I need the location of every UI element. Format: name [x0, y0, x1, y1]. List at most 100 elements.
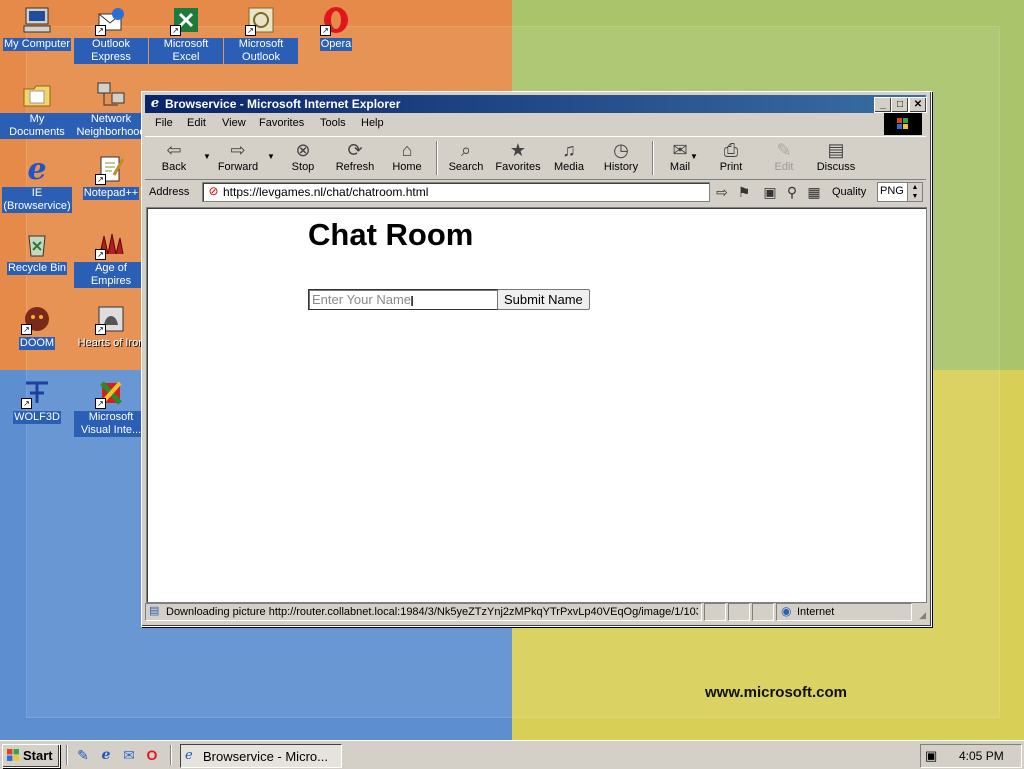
stop-button[interactable]: ⊗ Stop	[286, 139, 320, 173]
favorites-label: Favorites	[495, 161, 541, 173]
menu-tools[interactable]: Tools	[320, 117, 346, 129]
desktop-icon-microsoft-visual-interdev[interactable]: ↗ Microsoft Visual Inte...	[74, 377, 148, 437]
desktop-icon-notepad-plus-plus[interactable]: ↗ Notepad++	[74, 153, 148, 200]
windows-flag-icon	[897, 118, 908, 129]
desktop-icon-outlook-express[interactable]: ↗ Outlook Express	[74, 4, 148, 64]
address-input[interactable]: ⊘ https://levgames.nl/chat/chatroom.html	[202, 182, 710, 202]
internet-explorer-icon[interactable]: e	[97, 746, 115, 764]
back-dropdown-icon[interactable]: ▼	[203, 152, 211, 161]
start-button[interactable]: Start	[2, 744, 60, 768]
forward-dropdown-icon[interactable]: ▼	[267, 152, 275, 161]
taskbar-item-browservice[interactable]: e Browservice - Micro...	[180, 744, 342, 768]
address-bar: Address ⊘ https://levgames.nl/chat/chatr…	[145, 180, 926, 204]
home-button[interactable]: ⌂ Home	[389, 139, 425, 173]
refresh-button[interactable]: ⟳ Refresh	[332, 139, 378, 173]
minimize-button[interactable]: _	[874, 97, 892, 113]
quality-label: Quality	[832, 186, 867, 198]
security-zone: ◉ Internet	[776, 603, 912, 621]
zone-label: Internet	[797, 606, 835, 618]
mail-dropdown-icon[interactable]: ▼	[690, 152, 698, 161]
menu-file[interactable]: File	[155, 117, 173, 129]
quality-spinner-icon[interactable]: ▲ ▼	[907, 183, 922, 201]
back-arrow-icon: ⇦	[166, 140, 182, 160]
page-heading: Chat Room	[308, 217, 474, 252]
bookmark-icon[interactable]: ⚑	[735, 183, 753, 201]
shortcut-arrow-icon: ↗	[95, 174, 106, 185]
desktop-icon-my-computer[interactable]: My Computer	[0, 4, 74, 51]
opera-icon[interactable]: O	[143, 746, 161, 764]
desktop-icon-label: My Computer	[2, 38, 72, 51]
excel-icon: ↗	[170, 4, 202, 36]
desktop-icon-opera[interactable]: ↗ Opera	[299, 4, 373, 51]
name-input[interactable]	[308, 289, 498, 310]
media-button[interactable]: ♫ Media	[549, 139, 589, 173]
page-content: Chat Room Ι Submit Name	[146, 207, 927, 603]
desktop-icon-label: Microsoft Excel	[149, 38, 223, 64]
search-button[interactable]: ⌕ Search	[446, 139, 486, 173]
desktop-icon-network-neighborhood[interactable]: Network Neighborhood	[74, 79, 148, 139]
submit-name-button[interactable]: Submit Name	[497, 289, 590, 310]
network-tray-icon[interactable]: ▣	[925, 748, 941, 764]
show-desktop-icon[interactable]: ✎	[74, 746, 92, 764]
desktop-icon-microsoft-outlook[interactable]: ↗ Microsoft Outlook	[224, 4, 298, 64]
menu-bar: File Edit View Favorites Tools Help	[145, 114, 926, 134]
history-label: History	[603, 161, 639, 173]
edit-button[interactable]: ✎ Edit	[769, 139, 799, 173]
desktop-icon-wolf3d[interactable]: ↗ WOLF3D	[0, 377, 74, 424]
menu-edit[interactable]: Edit	[187, 117, 206, 129]
browser-window: e Browservice - Microsoft Internet Explo…	[141, 91, 932, 627]
taskbar-separator	[66, 745, 68, 765]
desktop-icon-label: Outlook Express	[74, 38, 148, 64]
discuss-button[interactable]: ▤ Discuss	[814, 139, 858, 173]
internet-explorer-icon: e	[27, 151, 47, 187]
favorites-button[interactable]: ★ Favorites	[492, 139, 544, 173]
globe-icon: ◉	[781, 604, 792, 618]
status-cell	[728, 603, 750, 621]
desktop-icon-doom[interactable]: ↗ DOOM	[0, 303, 74, 350]
wallpaper-brand-url: www.microsoft.com	[705, 684, 847, 701]
desktop-icon-ie-browservice[interactable]: e IE (Browservice)	[0, 151, 74, 213]
title-bar[interactable]: e Browservice - Microsoft Internet Explo…	[145, 95, 927, 113]
history-button[interactable]: ◷ History	[599, 139, 643, 173]
desktop-icon-hearts-of-iron[interactable]: ↗ Hearts of Iron	[74, 303, 148, 350]
back-button[interactable]: ⇦ Back	[155, 139, 193, 173]
address-url: https://levgames.nl/chat/chatroom.html	[223, 185, 429, 199]
stop-label: Stop	[291, 161, 315, 173]
go-arrow-icon[interactable]: ⇨	[713, 183, 731, 201]
desktop-icon-my-documents[interactable]: My Documents	[0, 79, 74, 139]
menu-help[interactable]: Help	[361, 117, 384, 129]
edit-icon: ✎	[776, 140, 792, 160]
outlook-express-icon[interactable]: ✉	[120, 746, 138, 764]
address-label: Address	[149, 186, 190, 198]
view-icon[interactable]: ▣	[761, 183, 779, 201]
shortcut-arrow-icon: ↗	[21, 398, 32, 409]
discuss-icon: ▤	[827, 140, 845, 160]
forward-button[interactable]: ⇨ Forward	[215, 139, 261, 173]
resize-grip-icon[interactable]: ◢	[914, 609, 926, 621]
clipboard-icon[interactable]: ▦	[805, 183, 823, 201]
maximize-button[interactable]: □	[891, 97, 909, 113]
desktop-icon-recycle-bin[interactable]: Recycle Bin	[0, 228, 74, 275]
start-label: Start	[23, 748, 53, 763]
menu-favorites[interactable]: Favorites	[259, 117, 304, 129]
computer-icon	[21, 4, 53, 36]
clock[interactable]: 4:05 PM	[959, 749, 1004, 763]
quality-select[interactable]: PNG ▲ ▼	[877, 182, 923, 202]
menu-view[interactable]: View	[222, 117, 246, 129]
forward-label: Forward	[217, 161, 259, 173]
ie-window-icon: e	[150, 96, 160, 111]
find-icon[interactable]: ⚲	[783, 183, 801, 201]
taskbar-separator	[170, 745, 172, 765]
shortcut-arrow-icon: ↗	[245, 25, 256, 36]
print-button[interactable]: ⎙ Print	[716, 139, 746, 173]
outlook-express-icon: ↗	[95, 4, 127, 36]
desktop-icon-microsoft-excel[interactable]: ↗ Microsoft Excel	[149, 4, 223, 64]
outlook-icon: ↗	[245, 4, 277, 36]
stop-icon: ⊗	[295, 140, 311, 160]
desktop-icon-age-of-empires[interactable]: ↗ Age of Empires	[74, 228, 148, 288]
close-button[interactable]: ✕	[909, 97, 927, 113]
page-icon: ⊘	[208, 184, 219, 198]
home-icon: ⌂	[401, 140, 413, 160]
edit-label: Edit	[774, 161, 794, 173]
taskbar: Start ✎ e ✉ O e Browservice - Micro... ▣…	[0, 740, 1024, 769]
